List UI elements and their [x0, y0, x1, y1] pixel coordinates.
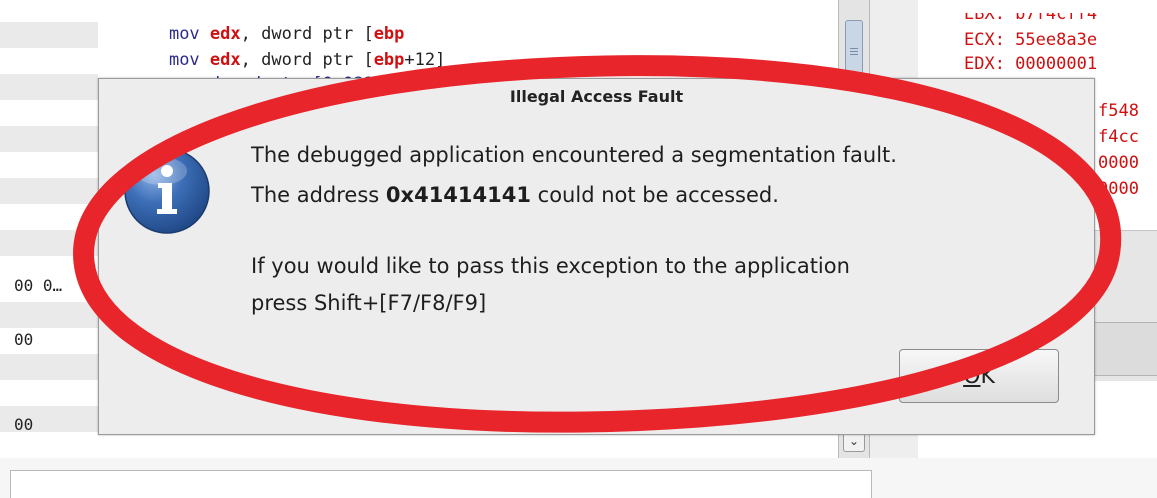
- message-line-4: press Shift+[F7/F8/F9]: [251, 291, 487, 315]
- row-stripe: [0, 74, 98, 100]
- ok-label: K: [980, 363, 995, 389]
- illegal-access-dialog: Illegal Access Fault The debugged applic…: [98, 78, 1095, 435]
- register-value-tail: 0000: [1098, 179, 1139, 199]
- register-value-tail: 0000: [1098, 153, 1139, 173]
- address-cell: 00 0…: [14, 276, 63, 295]
- scrollbar-grip: [850, 48, 858, 49]
- scrollbar-grip: [850, 54, 858, 55]
- message-suffix: could not be accessed.: [530, 183, 779, 207]
- message-line-1: The debugged application encountered a s…: [251, 143, 897, 167]
- row-stripe: [0, 126, 98, 152]
- message-line-2: The address 0x41414141 could not be acce…: [251, 183, 779, 207]
- message-prefix: The address: [251, 183, 386, 207]
- fault-address: 0x41414141: [385, 183, 531, 207]
- row-stripe: [0, 230, 98, 256]
- row-stripe: [0, 354, 98, 380]
- scrollbar-thumb[interactable]: [845, 20, 863, 82]
- row-stripe: [0, 178, 98, 204]
- register-value-tail: f4cc: [1098, 127, 1139, 147]
- dialog-title: Illegal Access Fault: [509, 87, 684, 106]
- address-cell: 00: [14, 415, 34, 434]
- scrollbar-grip: [850, 51, 858, 52]
- message-line-3: If you would like to pass this exception…: [251, 254, 850, 278]
- row-stripe: [0, 22, 98, 48]
- address-column: 00 0… 00 00: [0, 0, 98, 458]
- ok-button[interactable]: OK: [899, 349, 1059, 403]
- register-edx: EDX: 00000001: [964, 54, 1098, 74]
- register-value-tail: f548: [1098, 101, 1139, 121]
- info-icon: [124, 148, 210, 234]
- address-cell: 00: [14, 330, 34, 349]
- bottom-input-area[interactable]: [10, 470, 872, 498]
- ok-mnemonic: O: [963, 363, 981, 389]
- register-ecx: ECX: 55ee8a3e: [964, 30, 1098, 50]
- row-stripe: [0, 302, 98, 328]
- side-toolbar[interactable]: [1090, 322, 1157, 376]
